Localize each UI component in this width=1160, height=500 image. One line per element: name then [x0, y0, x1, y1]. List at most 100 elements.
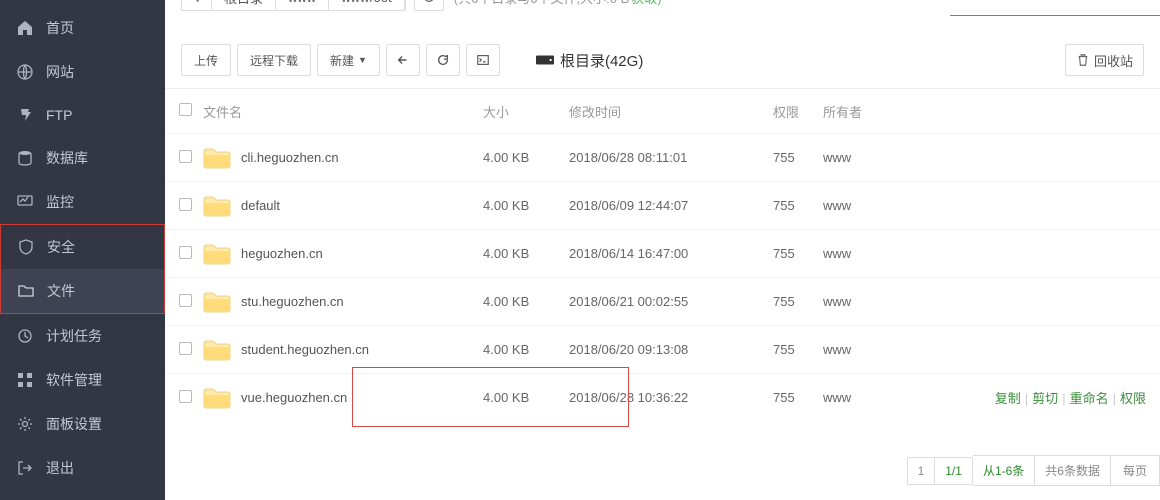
remote-download-button[interactable]: 远程下载 — [237, 44, 311, 76]
file-name[interactable]: vue.heguozhen.cn — [241, 390, 347, 405]
sidebar-item-ftp[interactable]: FTP — [0, 94, 165, 136]
trash-icon — [1076, 53, 1090, 67]
table-row[interactable]: cli.heguozhen.cn4.00 KB2018/06/28 08:11:… — [165, 133, 1160, 181]
sidebar-item-files[interactable]: 文件 — [1, 269, 164, 313]
refresh-button[interactable] — [426, 44, 460, 76]
file-name[interactable]: heguozhen.cn — [241, 246, 323, 261]
action-rename[interactable]: 重命名 — [1070, 391, 1109, 406]
file-mtime: 2018/06/09 12:44:07 — [569, 198, 773, 213]
main-area: 根目录 www wwwroot (共6个目录与0个文件,大小:0 B 获取) 上… — [165, 0, 1160, 500]
root-info: 根目录(42G) — [536, 50, 643, 71]
ftp-icon — [16, 106, 34, 124]
sidebar-item-cron[interactable]: 计划任务 — [0, 314, 165, 358]
row-checkbox[interactable] — [179, 150, 192, 163]
col-name-header[interactable]: 文件名 — [203, 102, 483, 121]
page-total: 1/1 — [935, 457, 973, 485]
file-perm: 755 — [773, 246, 823, 261]
file-table: 文件名 大小 修改时间 权限 所有者 cli.heguozhen.cn4.00 … — [165, 88, 1160, 421]
folder-icon — [203, 195, 231, 217]
page-number[interactable]: 1 — [907, 457, 936, 485]
folder-icon — [203, 387, 231, 409]
row-checkbox[interactable] — [179, 342, 192, 355]
row-checkbox[interactable] — [179, 198, 192, 211]
breadcrumb-part[interactable]: wwwroot — [329, 0, 405, 10]
sidebar-label: 首页 — [46, 18, 74, 38]
sidebar: 首页 网站 FTP 数据库 监控 安全 文件 计划任务 软件管理 面板设置 退出 — [0, 0, 165, 500]
table-row[interactable]: stu.heguozhen.cn4.00 KB2018/06/21 00:02:… — [165, 277, 1160, 325]
sidebar-item-database[interactable]: 数据库 — [0, 136, 165, 180]
action-cut[interactable]: 剪切 — [1032, 391, 1058, 406]
home-icon — [16, 19, 34, 37]
col-owner-header[interactable]: 所有者 — [823, 102, 903, 121]
sidebar-label: 网站 — [46, 62, 74, 82]
col-size-header[interactable]: 大小 — [483, 102, 569, 121]
folder-icon — [203, 291, 231, 313]
table-row[interactable]: heguozhen.cn4.00 KB2018/06/14 16:47:0075… — [165, 229, 1160, 277]
table-row[interactable]: student.heguozhen.cn4.00 KB2018/06/20 09… — [165, 325, 1160, 373]
row-checkbox[interactable] — [179, 246, 192, 259]
file-perm: 755 — [773, 342, 823, 357]
sidebar-item-settings[interactable]: 面板设置 — [0, 402, 165, 446]
file-owner: www — [823, 294, 903, 309]
action-perm[interactable]: 权限 — [1120, 391, 1146, 406]
sidebar-label: 面板设置 — [46, 414, 102, 434]
per-page[interactable]: 每页 — [1111, 455, 1160, 486]
sidebar-label: 安全 — [47, 237, 75, 257]
file-perm: 755 — [773, 150, 823, 165]
table-row[interactable]: default4.00 KB2018/06/09 12:44:07755www — [165, 181, 1160, 229]
breadcrumb-refresh-button[interactable] — [414, 0, 444, 11]
file-perm: 755 — [773, 198, 823, 213]
breadcrumb-back-button[interactable] — [182, 0, 212, 10]
row-checkbox[interactable] — [179, 390, 192, 403]
file-name[interactable]: cli.heguozhen.cn — [241, 150, 339, 165]
sidebar-label: 数据库 — [46, 148, 88, 168]
sidebar-item-monitor[interactable]: 监控 — [0, 180, 165, 224]
file-name[interactable]: default — [241, 198, 280, 213]
file-owner: www — [823, 246, 903, 261]
record-total: 共6条数据 — [1035, 455, 1111, 486]
folder-icon — [203, 243, 231, 265]
sidebar-label: 监控 — [46, 192, 74, 212]
exit-icon — [16, 459, 34, 477]
chevron-down-icon: ▼ — [358, 55, 367, 65]
shield-icon — [17, 238, 35, 256]
new-button[interactable]: 新建▼ — [317, 44, 380, 76]
file-perm: 755 — [773, 294, 823, 309]
clock-icon — [16, 327, 34, 345]
stats-fetch-link[interactable]: 获取) — [631, 0, 661, 7]
disk-icon — [536, 53, 554, 67]
sidebar-item-website[interactable]: 网站 — [0, 50, 165, 94]
action-copy[interactable]: 复制 — [995, 391, 1021, 406]
breadcrumb-part[interactable]: www — [276, 0, 329, 10]
col-perm-header[interactable]: 权限 — [773, 102, 823, 121]
select-all-checkbox[interactable] — [179, 103, 192, 116]
terminal-button[interactable] — [466, 44, 500, 76]
breadcrumb-part[interactable]: 根目录 — [212, 0, 276, 10]
row-checkbox[interactable] — [179, 294, 192, 307]
file-name[interactable]: stu.heguozhen.cn — [241, 294, 344, 309]
sidebar-item-logout[interactable]: 退出 — [0, 446, 165, 490]
file-name[interactable]: student.heguozhen.cn — [241, 342, 369, 357]
sidebar-item-software[interactable]: 软件管理 — [0, 358, 165, 402]
sidebar-item-home[interactable]: 首页 — [0, 6, 165, 50]
col-mtime-header[interactable]: 修改时间 — [569, 102, 773, 121]
apps-icon — [16, 371, 34, 389]
back-button[interactable] — [386, 44, 420, 76]
file-owner: www — [823, 150, 903, 165]
file-owner: www — [823, 342, 903, 357]
table-header: 文件名 大小 修改时间 权限 所有者 — [165, 89, 1160, 133]
sidebar-label: 文件 — [47, 281, 75, 301]
file-size: 4.00 KB — [483, 342, 569, 357]
top-green-line — [950, 0, 1160, 16]
recycle-bin-button[interactable]: 回收站 — [1065, 44, 1144, 76]
row-actions: 复制|剪切|重命名|权限 — [903, 388, 1146, 407]
toolbar: 上传 远程下载 新建▼ 根目录(42G) 回收站 — [165, 8, 1160, 88]
folder-icon — [203, 147, 231, 169]
sidebar-item-security[interactable]: 安全 — [1, 225, 164, 269]
file-size: 4.00 KB — [483, 390, 569, 405]
folder-icon — [203, 339, 231, 361]
table-row[interactable]: vue.heguozhen.cn4.00 KB2018/06/28 10:36:… — [165, 373, 1160, 421]
sidebar-label: 软件管理 — [46, 370, 102, 390]
folder-icon — [17, 282, 35, 300]
upload-button[interactable]: 上传 — [181, 44, 231, 76]
